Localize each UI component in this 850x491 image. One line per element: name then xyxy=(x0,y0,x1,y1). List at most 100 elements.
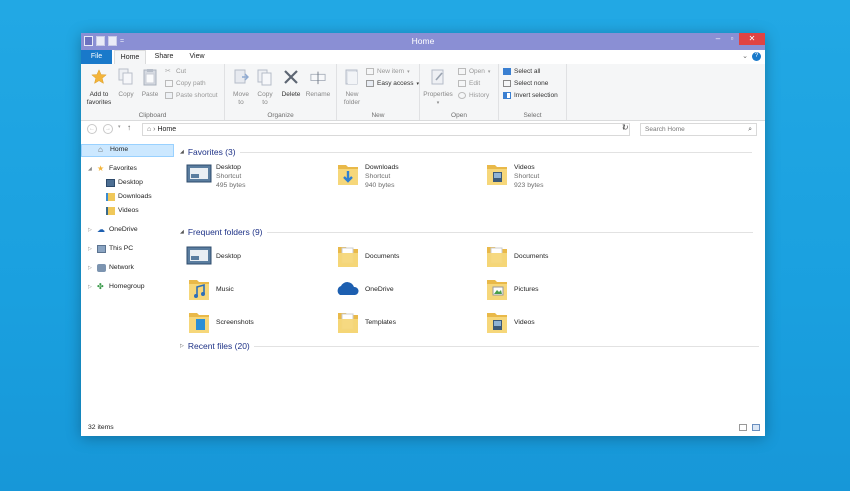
expand-arrow-icon[interactable]: ▷ xyxy=(88,281,94,293)
search-input[interactable]: Search Home ⌕ xyxy=(640,123,757,136)
frequent-item-documents-2[interactable]: Documents xyxy=(484,243,548,269)
frequent-folders-section-header[interactable]: ◢ Frequent folders (9) xyxy=(180,227,753,237)
expand-arrow-icon[interactable]: ▷ xyxy=(88,262,94,274)
nav-item-favorites[interactable]: ◢ ★ Favorites xyxy=(88,163,137,175)
select-all-button[interactable]: Select all xyxy=(503,68,540,75)
desktop-icon xyxy=(106,179,115,187)
paste-shortcut-button[interactable]: Paste shortcut xyxy=(165,92,218,99)
nav-item-homegroup[interactable]: ▷ ✤ Homegroup xyxy=(88,281,145,293)
expand-arrow-icon[interactable]: ▷ xyxy=(180,343,184,349)
open-icon xyxy=(458,68,466,75)
address-box[interactable]: ⌂ › Home ▾ xyxy=(142,123,630,136)
explorer-window: = Home – ▫ ✕ File Home Share View ⌄ ? Ad… xyxy=(81,33,765,436)
downloads-folder-icon xyxy=(106,193,115,201)
address-path: Home xyxy=(157,126,177,133)
templates-folder-icon xyxy=(338,313,358,333)
new-item-button[interactable]: New item ▾ xyxy=(366,68,410,75)
recent-files-section-header[interactable]: ▷ Recent files (20) xyxy=(180,341,759,351)
add-to-favorites-button[interactable]: Add to favorites xyxy=(85,68,113,107)
copy-path-icon xyxy=(165,80,173,87)
favorite-item-videos[interactable]: Videos Shortcut 923 bytes xyxy=(484,161,543,190)
frequent-item-desktop[interactable]: Desktop xyxy=(186,243,241,269)
navigation-pane: ⌂ Home ◢ ★ Favorites Desktop Downloads V… xyxy=(81,141,175,418)
expand-arrow-icon[interactable]: ◢ xyxy=(88,163,94,175)
frequent-item-screenshots[interactable]: Screenshots xyxy=(186,309,254,335)
desktop-icon xyxy=(186,164,212,183)
open-button[interactable]: Open ▾ xyxy=(458,68,490,75)
history-button[interactable]: History xyxy=(458,92,489,99)
up-arrow-icon[interactable]: ↑ xyxy=(127,123,131,132)
collapse-arrow-icon[interactable]: ◢ xyxy=(180,149,184,155)
expand-arrow-icon[interactable]: ▷ xyxy=(88,224,94,236)
nav-item-home[interactable]: ⌂ Home xyxy=(98,144,128,156)
window-title: Home xyxy=(411,36,435,46)
network-icon xyxy=(97,264,106,272)
rename-button[interactable]: Rename xyxy=(305,68,331,99)
address-bar-row: ← → ▾ ↑ ⌂ › Home ▾ ↻ Search Home ⌕ xyxy=(81,121,765,138)
nav-item-onedrive[interactable]: ▷ ☁ OneDrive xyxy=(88,224,138,236)
recent-locations-icon[interactable]: ▾ xyxy=(118,124,121,130)
ribbon: Add to favorites Copy Paste ✂ Cut Copy p… xyxy=(81,64,765,121)
new-folder-button[interactable]: New folder xyxy=(340,68,364,107)
frequent-item-music[interactable]: Music xyxy=(186,276,234,302)
tab-view[interactable]: View xyxy=(182,50,212,64)
forward-button[interactable]: → xyxy=(103,124,113,134)
help-icon[interactable]: ? xyxy=(752,52,761,61)
nav-item-downloads[interactable]: Downloads xyxy=(106,191,152,203)
details-view-icon[interactable] xyxy=(739,424,747,431)
favorite-item-downloads[interactable]: Downloads Shortcut 940 bytes xyxy=(335,161,399,190)
collapse-ribbon-icon[interactable]: ⌄ xyxy=(742,52,748,60)
frequent-item-templates[interactable]: Templates xyxy=(335,309,396,335)
favorites-section-header[interactable]: ◢ Favorites (3) xyxy=(180,147,752,157)
search-icon[interactable]: ⌕ xyxy=(748,124,752,135)
nav-item-desktop[interactable]: Desktop xyxy=(106,177,143,189)
expand-arrow-icon[interactable]: ▷ xyxy=(88,243,94,255)
history-icon xyxy=(458,92,466,99)
favorite-item-desktop[interactable]: Desktop Shortcut 495 bytes xyxy=(186,161,245,190)
copy-to-icon xyxy=(257,69,272,86)
documents-folder-icon xyxy=(487,247,507,267)
move-to-button[interactable]: Move to xyxy=(231,68,251,107)
tab-file[interactable]: File xyxy=(81,50,112,64)
copy-path-button[interactable]: Copy path xyxy=(165,80,206,87)
nav-item-network[interactable]: ▷ Network xyxy=(88,262,134,274)
delete-button[interactable]: Delete xyxy=(280,68,302,99)
minimize-button[interactable]: – xyxy=(711,33,725,45)
paste-button[interactable]: Paste xyxy=(140,68,160,99)
home-icon: ⌂ xyxy=(98,145,103,154)
invert-selection-button[interactable]: Invert selection xyxy=(503,92,558,99)
desktop-icon xyxy=(186,246,212,265)
new-group-label: New xyxy=(371,112,385,119)
tab-share[interactable]: Share xyxy=(149,50,179,64)
easy-access-button[interactable]: Easy access ▾ xyxy=(366,80,419,87)
large-icons-view-icon[interactable] xyxy=(752,424,760,431)
clipboard-icon xyxy=(143,69,157,86)
back-button[interactable]: ← xyxy=(87,124,97,134)
copy-button[interactable]: Copy xyxy=(116,68,136,99)
open-group-label: Open xyxy=(451,112,467,119)
cut-button[interactable]: ✂ Cut xyxy=(165,68,186,75)
videos-folder-icon xyxy=(487,165,507,185)
computer-icon xyxy=(97,245,106,253)
maximize-button[interactable]: ▫ xyxy=(725,33,739,45)
edit-button[interactable]: Edit xyxy=(458,80,480,87)
frequent-item-documents-1[interactable]: Documents xyxy=(335,243,399,269)
scissors-icon: ✂ xyxy=(165,68,171,75)
refresh-icon[interactable]: ↻ xyxy=(622,123,629,132)
properties-button[interactable]: Properties ▾ xyxy=(423,68,453,107)
frequent-item-onedrive[interactable]: OneDrive xyxy=(335,276,394,302)
nav-item-videos[interactable]: Videos xyxy=(106,205,139,217)
frequent-item-pictures[interactable]: Pictures xyxy=(484,276,539,302)
tab-home[interactable]: Home xyxy=(114,50,146,64)
copy-to-button[interactable]: Copy to xyxy=(255,68,275,107)
close-button[interactable]: ✕ xyxy=(739,33,765,45)
select-none-button[interactable]: Select none xyxy=(503,80,548,87)
collapse-arrow-icon[interactable]: ◢ xyxy=(180,229,184,235)
nav-item-this-pc[interactable]: ▷ This PC xyxy=(88,243,133,255)
move-to-icon xyxy=(234,69,249,84)
onedrive-cloud-icon: ☁ xyxy=(97,225,105,234)
status-bar: 32 items xyxy=(81,421,765,436)
frequent-item-videos[interactable]: Videos xyxy=(484,309,535,335)
organize-group-label: Organize xyxy=(267,112,294,119)
onedrive-cloud-icon xyxy=(337,282,359,295)
